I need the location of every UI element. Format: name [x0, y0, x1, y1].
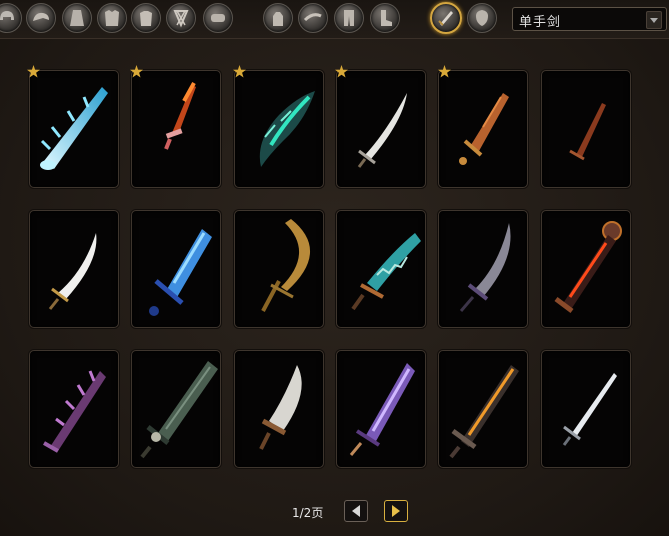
cleaver-sword-icon [259, 365, 302, 450]
weapon-card[interactable] [336, 210, 426, 328]
fel-blade-icon [259, 91, 315, 167]
weapon-card[interactable] [29, 350, 119, 468]
scimitar-icon [48, 233, 97, 310]
helmet-icon[interactable] [0, 3, 22, 33]
favorite-star-icon [27, 65, 40, 78]
spiked-purple-blade-icon [43, 370, 106, 453]
teal-serrated-blade-icon [351, 233, 421, 311]
boots-icon[interactable] [370, 3, 400, 33]
belt-icon[interactable] [298, 3, 328, 33]
cloak-icon[interactable] [62, 3, 92, 33]
weapon-type-value: 单手剑 [519, 15, 562, 30]
shirt-icon[interactable] [131, 3, 161, 33]
weapon-card[interactable] [336, 70, 426, 188]
steel-longsword-icon [562, 373, 617, 446]
weapon-card[interactable] [131, 210, 221, 328]
legs-icon[interactable] [334, 3, 364, 33]
weapon-card[interactable] [541, 210, 631, 328]
bronze-sword-icon [459, 93, 509, 165]
equipment-slot-bar: 单手剑 [0, 0, 669, 39]
chevron-right-icon [392, 505, 400, 517]
favorite-star-icon [335, 65, 348, 78]
dark-curved-blade-icon [459, 223, 511, 312]
crystal-blue-sword-icon [149, 229, 212, 316]
molten-sword-icon [554, 221, 622, 313]
curved-silver-sword-icon [357, 93, 407, 168]
favorite-star-icon [130, 65, 143, 78]
shield-icon[interactable] [467, 3, 497, 33]
weapon-card[interactable] [131, 350, 221, 468]
weapon-card[interactable] [541, 70, 631, 188]
small-rust-sword-icon [569, 103, 606, 161]
weapon-card[interactable] [438, 70, 528, 188]
weapon-card[interactable] [336, 350, 426, 468]
chevron-left-icon [352, 505, 360, 517]
weapon-card[interactable] [234, 210, 324, 328]
gloves-icon[interactable] [263, 3, 293, 33]
arcane-sword-icon [349, 363, 415, 456]
weapon-card[interactable] [29, 70, 119, 188]
frost-sword-icon [40, 87, 108, 170]
chest-icon[interactable] [97, 3, 127, 33]
jade-broadsword-icon [140, 361, 218, 459]
weapon-card[interactable] [438, 350, 528, 468]
bracers-icon[interactable] [203, 3, 233, 33]
golden-crescent-blade-icon [261, 219, 311, 312]
page-indicator: 1/2页 [292, 506, 324, 520]
weapon-card[interactable] [541, 350, 631, 468]
shoulder-icon[interactable] [26, 3, 56, 33]
weapon-card[interactable] [29, 210, 119, 328]
chevron-down-icon[interactable] [646, 11, 662, 29]
favorite-star-icon [233, 65, 246, 78]
tabard-icon[interactable] [166, 3, 196, 33]
weapon-card[interactable] [131, 70, 221, 188]
weapon-card[interactable] [234, 350, 324, 468]
weapon-type-dropdown[interactable]: 单手剑 [512, 7, 667, 31]
weapon-card[interactable] [438, 210, 528, 328]
ember-greatblade-icon [449, 365, 519, 459]
weapon-card[interactable] [234, 70, 324, 188]
favorite-star-icon [438, 65, 451, 78]
one-hand-sword-icon[interactable] [430, 2, 462, 34]
next-page-button[interactable] [384, 500, 408, 522]
flame-dagger-icon [164, 82, 196, 150]
prev-page-button[interactable] [344, 500, 368, 522]
